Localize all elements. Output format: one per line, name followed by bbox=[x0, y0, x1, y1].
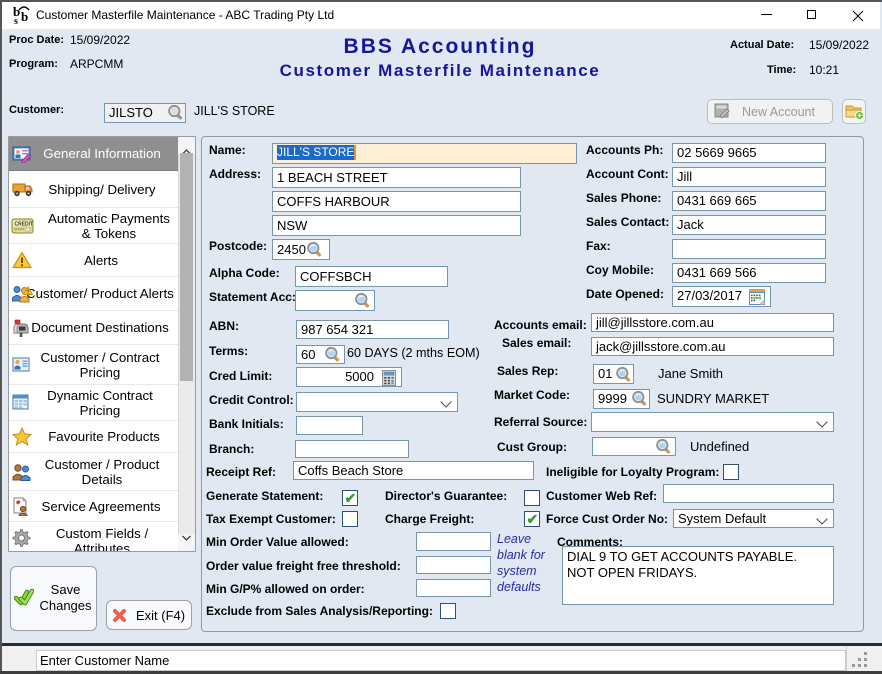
svg-text:b: b bbox=[21, 9, 28, 24]
svg-text:CREDIT: CREDIT bbox=[15, 222, 34, 228]
svg-text:s: s bbox=[14, 16, 18, 25]
